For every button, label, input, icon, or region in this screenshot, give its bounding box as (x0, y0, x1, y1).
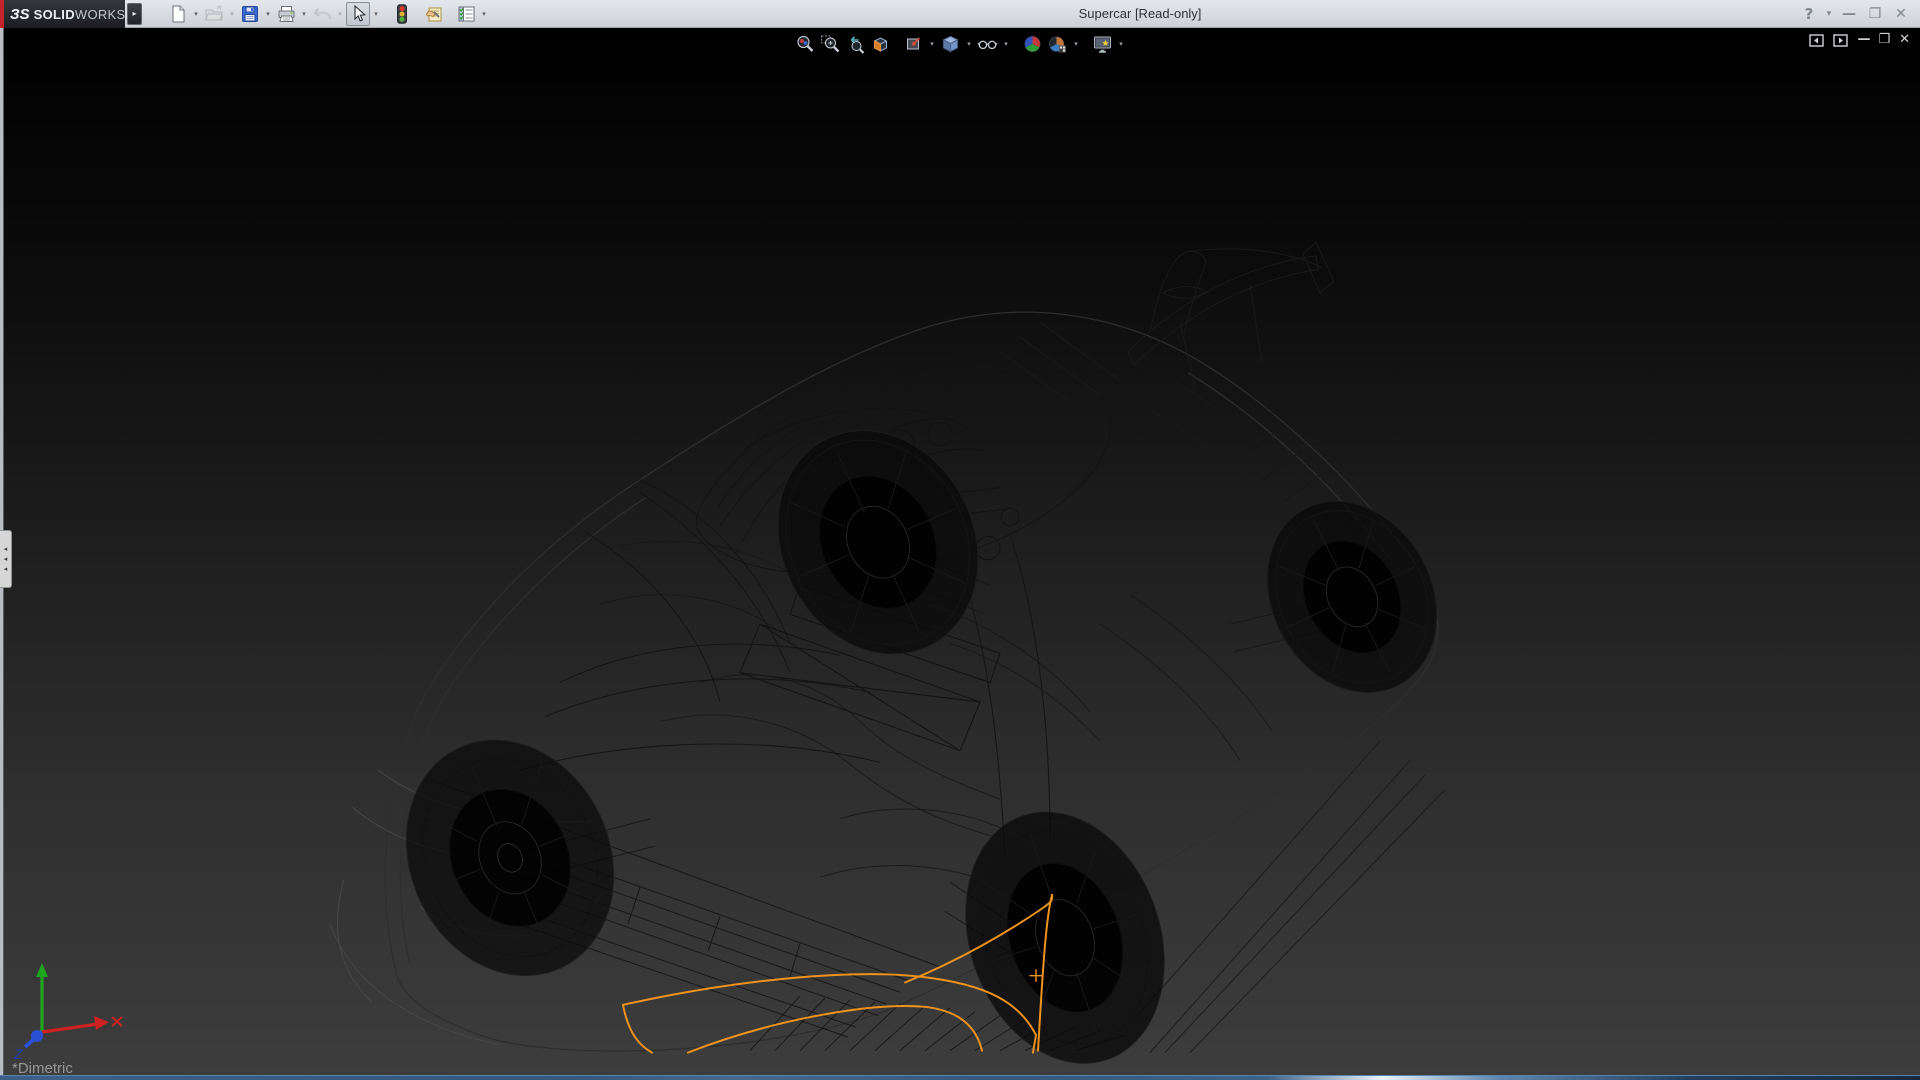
apply-scene-button[interactable] (1046, 32, 1070, 56)
undo-button[interactable] (310, 2, 334, 26)
section-view-icon (871, 34, 891, 54)
options-checklist-icon (457, 5, 476, 23)
reference-triad: Z (2, 958, 132, 1062)
title-bar: ЗSSOLIDWORKS ▸ ▾ ▾ (0, 0, 1920, 28)
section-view-button[interactable] (869, 32, 893, 56)
annotation-views-caret[interactable]: ▾ (927, 40, 938, 48)
window-controls: ? ▾ — ❐ ✕ (1798, 0, 1912, 28)
print-dropdown-caret[interactable]: ▾ (298, 2, 310, 26)
taskbar-edge (0, 1075, 1920, 1080)
options-button[interactable] (454, 2, 478, 26)
rebuild-button[interactable] (390, 2, 414, 26)
appearance-sphere-icon (1023, 34, 1043, 54)
zoom-to-area-icon (821, 34, 841, 54)
main-toolbar: ▾ ▾ ▾ (166, 2, 490, 26)
heads-up-view-toolbar: ▾ ▾ ▾ (794, 32, 1127, 56)
flyout-arrow: ◂ (4, 546, 8, 553)
options-dropdown-caret[interactable]: ▾ (478, 2, 490, 26)
logo-text: ЗSSOLIDWORKS (10, 6, 126, 23)
edit-appearance-button[interactable] (1021, 32, 1045, 56)
hide-show-items-button[interactable] (976, 32, 1000, 56)
new-dropdown-caret[interactable]: ▾ (190, 2, 202, 26)
help-button[interactable]: ? (1798, 5, 1820, 23)
new-document-icon (169, 5, 187, 23)
solidworks-logo: ЗSSOLIDWORKS (0, 0, 125, 28)
save-floppy-icon (241, 5, 259, 23)
traffic-light-icon (396, 4, 408, 24)
annotation-views-button[interactable] (902, 32, 926, 56)
wheel-rear-right (1235, 473, 1468, 720)
open-dropdown-caret[interactable]: ▾ (226, 2, 238, 26)
y-axis-arrow (36, 963, 48, 977)
solidworks-window: ЗSSOLIDWORKS ▸ ▾ ▾ (0, 0, 1920, 1080)
feature-pane-flyout-tab[interactable]: ◂ ◂ ◂ (0, 530, 12, 588)
new-document-button[interactable] (166, 2, 190, 26)
flyout-arrow: ◂ (4, 556, 8, 563)
flyout-arrow: ◂ (4, 566, 8, 573)
wheel-rear-left (742, 399, 1013, 685)
annotation-views-icon (904, 34, 924, 54)
save-button[interactable] (238, 2, 262, 26)
wheel-front-left (371, 709, 649, 1006)
restore-document-button[interactable]: ❐ (1878, 30, 1890, 50)
select-dropdown-caret[interactable]: ▾ (370, 2, 382, 26)
hide-show-items-caret[interactable]: ▾ (1001, 40, 1012, 48)
open-folder-icon (205, 5, 224, 23)
print-icon (277, 5, 296, 23)
close-document-button[interactable]: ✕ (1899, 30, 1910, 50)
file-properties-icon (425, 5, 444, 23)
save-dropdown-caret[interactable]: ▾ (262, 2, 274, 26)
collapse-feature-pane-button[interactable] (1809, 34, 1824, 47)
view-orientation-button[interactable] (939, 32, 963, 56)
zoom-to-fit-icon (796, 34, 816, 54)
graphics-viewport[interactable]: ▾ ▾ ▾ (0, 28, 1920, 1075)
print-button[interactable] (274, 2, 298, 26)
eyeglasses-icon (978, 34, 998, 54)
view-orientation-cube-icon (941, 34, 961, 54)
z-axis-head (31, 1030, 43, 1042)
menu-flyout-arrow[interactable]: ▸ (127, 3, 142, 25)
view-settings-button[interactable] (1091, 32, 1115, 56)
open-button[interactable] (202, 2, 226, 26)
model-canvas[interactable] (0, 28, 1920, 1075)
expand-task-pane-button[interactable] (1833, 34, 1848, 47)
zoom-to-fit-button[interactable] (794, 32, 818, 56)
restore-button[interactable]: ❐ (1864, 6, 1886, 22)
view-settings-icon (1093, 34, 1113, 54)
logo-accent-stripe (0, 0, 4, 28)
close-button[interactable]: ✕ (1890, 6, 1912, 22)
undo-dropdown-caret[interactable]: ▾ (334, 2, 346, 26)
document-title: Supercar [Read-only] (1000, 0, 1280, 28)
ds-logo-mark: ЗS (10, 6, 30, 23)
help-dropdown-caret[interactable]: ▾ (1824, 9, 1834, 19)
x-axis-label-mark (112, 1017, 122, 1026)
view-orientation-caret[interactable]: ▾ (964, 40, 975, 48)
minimize-button[interactable]: — (1838, 6, 1860, 22)
apply-scene-icon (1048, 34, 1068, 54)
document-window-controls: — ❐ ✕ (1809, 30, 1910, 50)
select-tool-button[interactable] (346, 2, 370, 26)
x-axis-arrow (94, 1016, 109, 1030)
file-properties-button[interactable] (422, 2, 446, 26)
undo-icon (313, 5, 332, 23)
view-settings-caret[interactable]: ▾ (1116, 40, 1127, 48)
previous-view-button[interactable] (844, 32, 868, 56)
car-wireframe (330, 242, 1469, 1075)
apply-scene-caret[interactable]: ▾ (1071, 40, 1082, 48)
zoom-to-area-button[interactable] (819, 32, 843, 56)
select-cursor-icon (350, 5, 367, 23)
minimize-document-button[interactable]: — (1857, 30, 1869, 50)
previous-view-icon (846, 34, 866, 54)
